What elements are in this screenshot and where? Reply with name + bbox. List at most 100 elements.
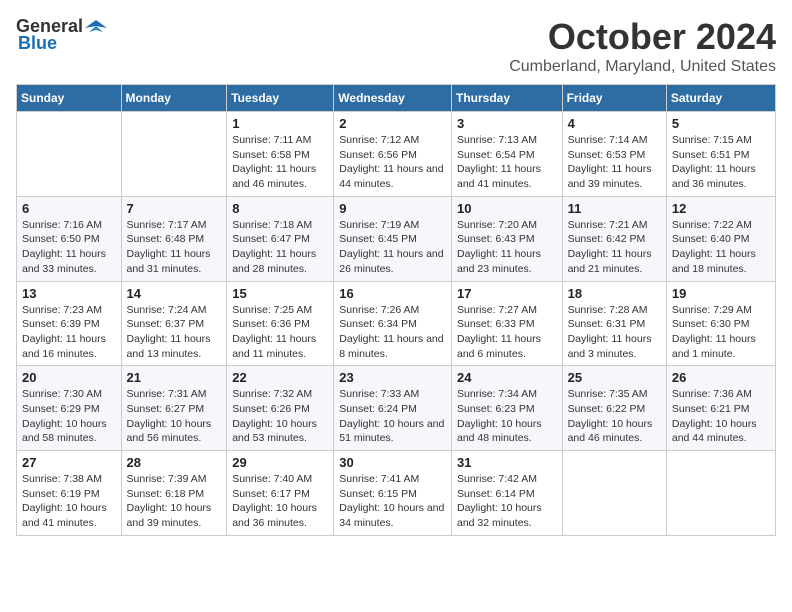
calendar-cell <box>17 112 122 197</box>
day-number: 22 <box>232 370 328 385</box>
calendar-cell: 6Sunrise: 7:16 AMSunset: 6:50 PMDaylight… <box>17 196 122 281</box>
calendar-body: 1 Sunrise: 7:11 AMSunset: 6:58 PMDaylight… <box>17 112 776 536</box>
day-info: Sunrise: 7:12 AMSunset: 6:56 PMDaylight:… <box>339 133 446 192</box>
day-number: 12 <box>672 201 770 216</box>
logo-blue-text: Blue <box>18 33 57 54</box>
calendar-cell: 22 Sunrise: 7:32 AMSunset: 6:26 PMDayligh… <box>227 366 334 451</box>
day-number: 20 <box>22 370 116 385</box>
day-number: 19 <box>672 286 770 301</box>
day-number: 18 <box>568 286 661 301</box>
weekday-header-monday: Monday <box>121 85 227 112</box>
calendar-cell: 4Sunrise: 7:14 AMSunset: 6:53 PMDaylight… <box>562 112 666 197</box>
calendar-cell: 3 Sunrise: 7:13 AMSunset: 6:54 PMDaylight… <box>451 112 562 197</box>
day-number: 9 <box>339 201 446 216</box>
day-info: Sunrise: 7:15 AMSunset: 6:51 PMDaylight:… <box>672 133 770 192</box>
day-info: Sunrise: 7:22 AMSunset: 6:40 PMDaylight:… <box>672 218 770 277</box>
calendar-cell: 5 Sunrise: 7:15 AMSunset: 6:51 PMDaylight… <box>666 112 775 197</box>
calendar-cell: 1 Sunrise: 7:11 AMSunset: 6:58 PMDaylight… <box>227 112 334 197</box>
calendar-week-row: 13Sunrise: 7:23 AMSunset: 6:39 PMDayligh… <box>17 281 776 366</box>
page-header: General Blue October 2024 Cumberland, Ma… <box>16 16 776 76</box>
calendar-cell: 25 Sunrise: 7:35 AMSunset: 6:22 PMDayligh… <box>562 366 666 451</box>
day-info: Sunrise: 7:18 AMSunset: 6:47 PMDaylight:… <box>232 218 328 277</box>
calendar-cell <box>121 112 227 197</box>
calendar-cell: 20 Sunrise: 7:30 AMSunset: 6:29 PMDayligh… <box>17 366 122 451</box>
day-number: 25 <box>568 370 661 385</box>
calendar-cell: 18Sunrise: 7:28 AMSunset: 6:31 PMDayligh… <box>562 281 666 366</box>
calendar-cell: 7Sunrise: 7:17 AMSunset: 6:48 PMDaylight… <box>121 196 227 281</box>
day-info: Sunrise: 7:41 AMSunset: 6:15 PMDaylight:… <box>339 472 446 531</box>
calendar-cell: 10Sunrise: 7:20 AMSunset: 6:43 PMDayligh… <box>451 196 562 281</box>
day-info: Sunrise: 7:26 AMSunset: 6:34 PMDaylight:… <box>339 303 446 362</box>
weekday-header-saturday: Saturday <box>666 85 775 112</box>
location-title: Cumberland, Maryland, United States <box>509 58 776 76</box>
day-number: 17 <box>457 286 557 301</box>
day-info: Sunrise: 7:31 AMSunset: 6:27 PMDaylight:… <box>127 387 222 446</box>
day-info: Sunrise: 7:40 AMSunset: 6:17 PMDaylight:… <box>232 472 328 531</box>
calendar-cell: 28Sunrise: 7:39 AMSunset: 6:18 PMDayligh… <box>121 451 227 536</box>
calendar-cell: 16 Sunrise: 7:26 AMSunset: 6:34 PMDayligh… <box>334 281 452 366</box>
calendar-cell: 19 Sunrise: 7:29 AMSunset: 6:30 PMDayligh… <box>666 281 775 366</box>
day-info: Sunrise: 7:34 AMSunset: 6:23 PMDaylight:… <box>457 387 557 446</box>
day-number: 1 <box>232 116 328 131</box>
day-number: 4 <box>568 116 661 131</box>
weekday-header-wednesday: Wednesday <box>334 85 452 112</box>
day-info: Sunrise: 7:29 AMSunset: 6:30 PMDaylight:… <box>672 303 770 362</box>
day-number: 16 <box>339 286 446 301</box>
weekday-header-thursday: Thursday <box>451 85 562 112</box>
day-number: 27 <box>22 455 116 470</box>
day-info: Sunrise: 7:21 AMSunset: 6:42 PMDaylight:… <box>568 218 661 277</box>
day-number: 23 <box>339 370 446 385</box>
day-number: 5 <box>672 116 770 131</box>
calendar-cell: 15 Sunrise: 7:25 AMSunset: 6:36 PMDayligh… <box>227 281 334 366</box>
day-info: Sunrise: 7:16 AMSunset: 6:50 PMDaylight:… <box>22 218 116 277</box>
calendar-table: SundayMondayTuesdayWednesdayThursdayFrid… <box>16 84 776 536</box>
calendar-week-row: 6Sunrise: 7:16 AMSunset: 6:50 PMDaylight… <box>17 196 776 281</box>
day-number: 29 <box>232 455 328 470</box>
logo-bird-icon <box>85 18 107 36</box>
calendar-header: SundayMondayTuesdayWednesdayThursdayFrid… <box>17 85 776 112</box>
calendar-cell: 23 Sunrise: 7:33 AMSunset: 6:24 PMDayligh… <box>334 366 452 451</box>
weekday-header-row: SundayMondayTuesdayWednesdayThursdayFrid… <box>17 85 776 112</box>
calendar-cell: 30 Sunrise: 7:41 AMSunset: 6:15 PMDayligh… <box>334 451 452 536</box>
day-info: Sunrise: 7:25 AMSunset: 6:36 PMDaylight:… <box>232 303 328 362</box>
day-number: 13 <box>22 286 116 301</box>
day-info: Sunrise: 7:30 AMSunset: 6:29 PMDaylight:… <box>22 387 116 446</box>
calendar-cell: 29 Sunrise: 7:40 AMSunset: 6:17 PMDayligh… <box>227 451 334 536</box>
day-info: Sunrise: 7:11 AMSunset: 6:58 PMDaylight:… <box>232 133 328 192</box>
day-number: 3 <box>457 116 557 131</box>
day-number: 2 <box>339 116 446 131</box>
day-number: 28 <box>127 455 222 470</box>
calendar-cell: 8 Sunrise: 7:18 AMSunset: 6:47 PMDaylight… <box>227 196 334 281</box>
calendar-cell: 26Sunrise: 7:36 AMSunset: 6:21 PMDayligh… <box>666 366 775 451</box>
day-info: Sunrise: 7:33 AMSunset: 6:24 PMDaylight:… <box>339 387 446 446</box>
calendar-cell: 24 Sunrise: 7:34 AMSunset: 6:23 PMDayligh… <box>451 366 562 451</box>
day-info: Sunrise: 7:35 AMSunset: 6:22 PMDaylight:… <box>568 387 661 446</box>
day-number: 8 <box>232 201 328 216</box>
calendar-cell <box>562 451 666 536</box>
day-info: Sunrise: 7:36 AMSunset: 6:21 PMDaylight:… <box>672 387 770 446</box>
day-info: Sunrise: 7:27 AMSunset: 6:33 PMDaylight:… <box>457 303 557 362</box>
calendar-cell <box>666 451 775 536</box>
day-info: Sunrise: 7:32 AMSunset: 6:26 PMDaylight:… <box>232 387 328 446</box>
calendar-cell: 17 Sunrise: 7:27 AMSunset: 6:33 PMDayligh… <box>451 281 562 366</box>
day-number: 24 <box>457 370 557 385</box>
day-number: 10 <box>457 201 557 216</box>
calendar-cell: 31Sunrise: 7:42 AMSunset: 6:14 PMDayligh… <box>451 451 562 536</box>
weekday-header-tuesday: Tuesday <box>227 85 334 112</box>
day-info: Sunrise: 7:24 AMSunset: 6:37 PMDaylight:… <box>127 303 222 362</box>
day-number: 14 <box>127 286 222 301</box>
calendar-cell: 14 Sunrise: 7:24 AMSunset: 6:37 PMDayligh… <box>121 281 227 366</box>
day-number: 30 <box>339 455 446 470</box>
calendar-week-row: 1 Sunrise: 7:11 AMSunset: 6:58 PMDaylight… <box>17 112 776 197</box>
day-info: Sunrise: 7:17 AMSunset: 6:48 PMDaylight:… <box>127 218 222 277</box>
weekday-header-sunday: Sunday <box>17 85 122 112</box>
calendar-week-row: 27Sunrise: 7:38 AMSunset: 6:19 PMDayligh… <box>17 451 776 536</box>
day-number: 31 <box>457 455 557 470</box>
weekday-header-friday: Friday <box>562 85 666 112</box>
day-info: Sunrise: 7:19 AMSunset: 6:45 PMDaylight:… <box>339 218 446 277</box>
logo: General Blue <box>16 16 107 54</box>
title-block: October 2024 Cumberland, Maryland, Unite… <box>509 16 776 76</box>
calendar-week-row: 20 Sunrise: 7:30 AMSunset: 6:29 PMDayligh… <box>17 366 776 451</box>
day-number: 15 <box>232 286 328 301</box>
day-info: Sunrise: 7:13 AMSunset: 6:54 PMDaylight:… <box>457 133 557 192</box>
